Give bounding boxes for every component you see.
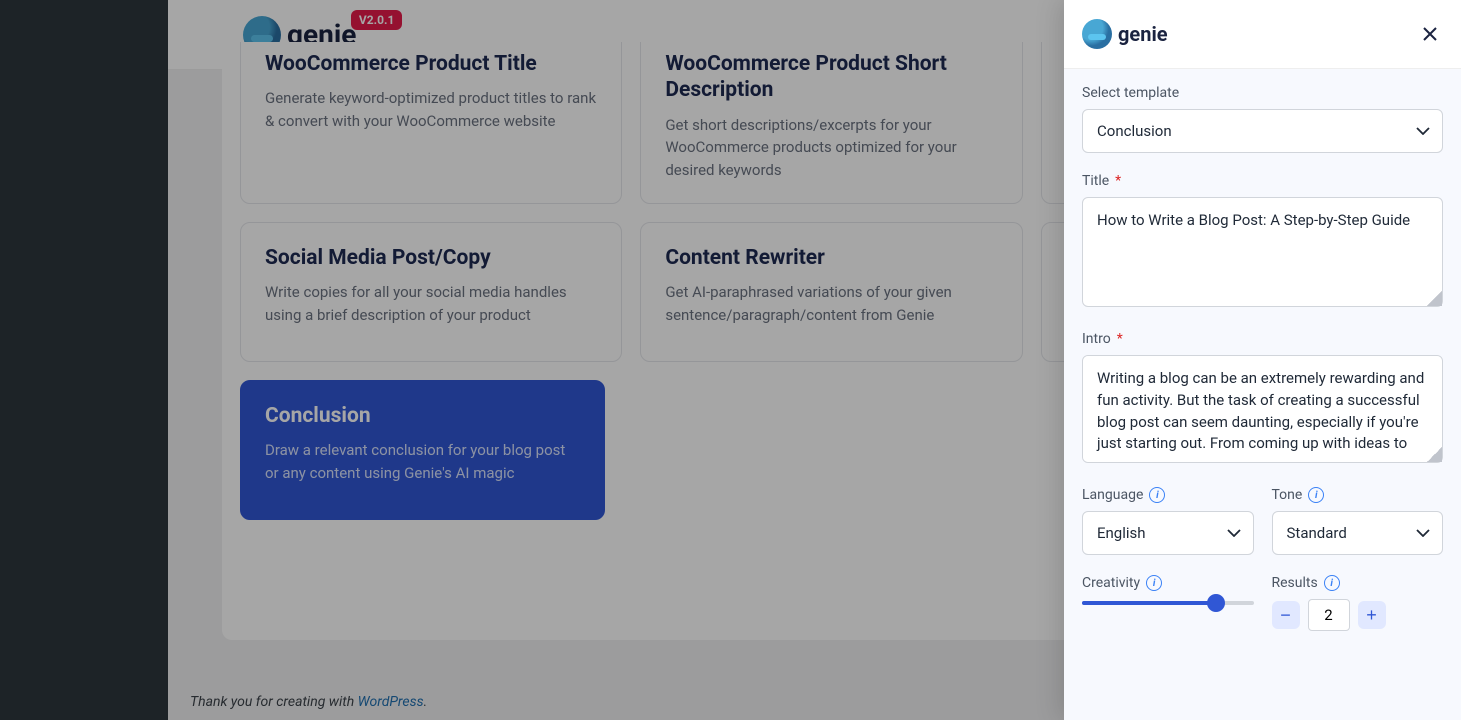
close-icon	[1422, 26, 1438, 42]
card-title: WooCommerce Product Title	[265, 51, 597, 77]
genie-side-panel: genie Select template Conclusion Title*	[1064, 0, 1461, 720]
template-card-conclusion[interactable]: Conclusion Draw a relevant conclusion fo…	[240, 380, 605, 520]
language-value: English	[1097, 524, 1146, 542]
creativity-label: Creativity i	[1082, 575, 1254, 591]
slider-fill	[1082, 601, 1216, 605]
info-icon[interactable]: i	[1308, 487, 1324, 503]
results-stepper: − 2 +	[1272, 599, 1444, 631]
footer-credit: Thank you for creating with WordPress.	[190, 694, 427, 710]
wordpress-link[interactable]: WordPress	[358, 694, 424, 710]
info-icon[interactable]: i	[1149, 487, 1165, 503]
card-desc: Get AI-paraphrased variations of your gi…	[665, 281, 997, 326]
tone-value: Standard	[1287, 524, 1347, 542]
tone-label: Tone i	[1272, 487, 1444, 503]
chevron-down-icon	[1416, 127, 1428, 135]
title-label: Title*	[1082, 173, 1443, 189]
title-textarea[interactable]	[1082, 197, 1443, 307]
tone-select[interactable]: Standard	[1272, 511, 1444, 555]
card-title: Social Media Post/Copy	[265, 245, 597, 271]
template-card-woo-short-desc[interactable]: WooCommerce Product Short Description Ge…	[640, 42, 1022, 204]
select-template-label: Select template	[1082, 85, 1443, 101]
language-label: Language i	[1082, 487, 1254, 503]
language-select[interactable]: English	[1082, 511, 1254, 555]
info-icon[interactable]: i	[1146, 575, 1162, 591]
wp-admin-sidebar	[0, 0, 168, 720]
chevron-down-icon	[1227, 529, 1239, 537]
intro-label: Intro*	[1082, 331, 1443, 347]
decrement-button[interactable]: −	[1272, 601, 1300, 629]
panel-header: genie	[1064, 0, 1461, 69]
version-badge: V2.0.1	[351, 10, 402, 30]
template-select-value: Conclusion	[1097, 122, 1172, 140]
template-card-rewriter[interactable]: Content Rewriter Get AI-paraphrased vari…	[640, 222, 1022, 362]
card-desc: Get short descriptions/excerpts for your…	[665, 114, 997, 182]
brand-name: genie	[1118, 22, 1168, 46]
slider-thumb[interactable]	[1207, 594, 1225, 612]
card-title: WooCommerce Product Short Description	[665, 51, 997, 104]
results-value[interactable]: 2	[1308, 599, 1350, 631]
card-title: Content Rewriter	[665, 245, 997, 271]
template-select[interactable]: Conclusion	[1082, 109, 1443, 153]
card-title: Conclusion	[265, 403, 580, 429]
creativity-slider[interactable]	[1082, 601, 1254, 605]
increment-button[interactable]: +	[1358, 601, 1386, 629]
info-icon[interactable]: i	[1324, 575, 1340, 591]
chevron-down-icon	[1416, 529, 1428, 537]
results-label: Results i	[1272, 575, 1444, 591]
card-desc: Write copies for all your social media h…	[265, 281, 597, 326]
card-desc: Generate keyword-optimized product title…	[265, 87, 597, 132]
intro-textarea[interactable]	[1082, 355, 1443, 463]
card-desc: Draw a relevant conclusion for your blog…	[265, 439, 580, 484]
template-card-social[interactable]: Social Media Post/Copy Write copies for …	[240, 222, 622, 362]
close-panel-button[interactable]	[1417, 21, 1443, 47]
template-card-woo-product-title[interactable]: WooCommerce Product Title Generate keywo…	[240, 42, 622, 204]
genie-logo-icon	[1082, 19, 1112, 49]
panel-logo: genie	[1082, 19, 1168, 49]
